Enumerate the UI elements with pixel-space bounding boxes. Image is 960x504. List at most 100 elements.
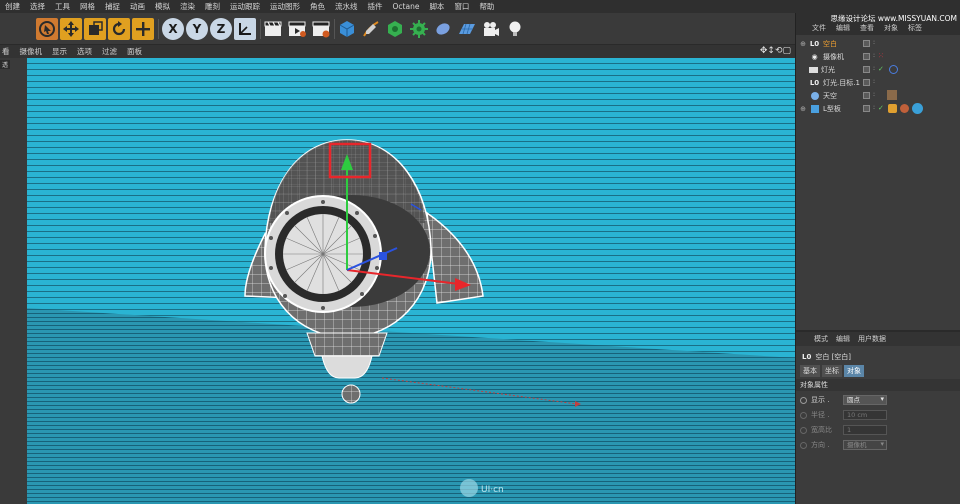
menu-animate[interactable]: 动画: [125, 1, 150, 12]
object-row-light-target[interactable]: L0 灯光.目标.1 :: [796, 76, 960, 89]
om-menu-edit[interactable]: 编辑: [836, 23, 850, 33]
radius-field[interactable]: 10 cm: [843, 410, 887, 420]
orientation-radio[interactable]: [800, 441, 807, 449]
attribute-menu: 模式 编辑 用户数据: [796, 332, 960, 346]
menu-motion-tracking[interactable]: 运动跟踪: [225, 1, 265, 12]
expand-icon[interactable]: ⊕: [799, 105, 807, 113]
viewport-menu-camera[interactable]: 摄像机: [15, 46, 48, 57]
om-menu-object[interactable]: 对象: [884, 23, 898, 33]
menu-simulate[interactable]: 模拟: [150, 1, 175, 12]
light-object-icon: [809, 66, 818, 73]
menu-window[interactable]: 窗口: [449, 1, 474, 12]
attr-menu-userdata[interactable]: 用户数据: [858, 334, 886, 344]
visibility-checkbox[interactable]: [863, 79, 870, 86]
phong-tag-icon[interactable]: [888, 104, 897, 113]
tab-coord[interactable]: 坐标: [822, 365, 842, 377]
camera-tag-icon[interactable]: ⁙: [878, 52, 884, 60]
rotate-tool-button[interactable]: [108, 18, 130, 40]
coordinate-system-button[interactable]: [234, 18, 256, 40]
check-icon[interactable]: ✓: [878, 65, 884, 73]
subdivision-surface-button[interactable]: [384, 18, 406, 40]
light-button[interactable]: [504, 18, 526, 40]
menu-tools[interactable]: 工具: [50, 1, 75, 12]
tab-basic[interactable]: 基本: [800, 365, 820, 377]
cube-primitive-button[interactable]: [336, 18, 358, 40]
menu-select[interactable]: 选择: [25, 1, 50, 12]
menu-plugins[interactable]: 插件: [363, 1, 388, 12]
object-row-light[interactable]: 灯光 : ✓: [796, 63, 960, 76]
visibility-checkbox[interactable]: [863, 53, 870, 60]
viewport-nav-icons[interactable]: ✥↕⟲▢: [760, 46, 791, 56]
visibility-dots-icon[interactable]: :: [873, 66, 875, 72]
axis-y-toggle[interactable]: Y: [186, 18, 208, 40]
render-picture-viewer-button[interactable]: [286, 18, 308, 40]
menu-render[interactable]: 渲染: [175, 1, 200, 12]
menu-script[interactable]: 脚本: [424, 1, 449, 12]
check-icon[interactable]: ✓: [878, 104, 884, 112]
recent-tools-button[interactable]: [132, 18, 154, 40]
visibility-dots-icon[interactable]: :: [873, 105, 875, 111]
om-menu-file[interactable]: 文件: [812, 23, 826, 33]
scale-tool-button[interactable]: [84, 18, 106, 40]
menu-create[interactable]: 创建: [0, 1, 25, 12]
aspect-radio[interactable]: [800, 426, 807, 434]
visibility-dots-icon[interactable]: :: [873, 92, 875, 98]
om-menu-view[interactable]: 查看: [860, 23, 874, 33]
attr-menu-mode[interactable]: 模式: [814, 334, 828, 344]
camera-button[interactable]: [480, 18, 502, 40]
menu-character[interactable]: 角色: [305, 1, 330, 12]
move-tool-button[interactable]: [60, 18, 82, 40]
material-tag-icon[interactable]: [887, 90, 897, 100]
visibility-checkbox[interactable]: [863, 92, 870, 99]
display-dropdown[interactable]: 圆点: [843, 395, 887, 405]
visibility-dots-icon[interactable]: :: [873, 53, 875, 59]
attr-menu-edit[interactable]: 编辑: [836, 334, 850, 344]
menu-help[interactable]: 帮助: [474, 1, 499, 12]
cloner-button[interactable]: [408, 18, 430, 40]
floor-button[interactable]: [456, 18, 478, 40]
om-menu-tags[interactable]: 标签: [908, 23, 922, 33]
tab-object[interactable]: 对象: [844, 365, 864, 377]
visibility-checkbox[interactable]: [863, 105, 870, 112]
menu-snap[interactable]: 捕捉: [100, 1, 125, 12]
render-view-button[interactable]: [262, 18, 284, 40]
visibility-checkbox[interactable]: [863, 66, 870, 73]
object-row-lboard[interactable]: ⊕ L型板 : ✓: [796, 102, 960, 115]
aspect-field[interactable]: 1: [843, 425, 887, 435]
object-row-sky[interactable]: 天空 :: [796, 89, 960, 102]
viewport-menu-display[interactable]: 显示: [47, 46, 72, 57]
axis-x-toggle[interactable]: X: [162, 18, 184, 40]
menu-mograph[interactable]: 运动图形: [265, 1, 305, 12]
visibility-checkbox[interactable]: [863, 40, 870, 47]
visibility-dots-icon[interactable]: :: [873, 79, 875, 85]
perspective-tag: 透: [0, 60, 11, 69]
menu-octane[interactable]: Octane: [388, 2, 425, 11]
menu-pipeline[interactable]: 流水线: [330, 1, 363, 12]
object-row-null[interactable]: ⊕ L0 空白 :: [796, 37, 960, 50]
null-object-icon: L0: [802, 353, 812, 361]
material-tag-icon[interactable]: [900, 104, 909, 113]
material-sphere-icon[interactable]: [912, 103, 923, 114]
viewport-menu-options[interactable]: 选项: [72, 46, 97, 57]
render-settings-button[interactable]: [310, 18, 332, 40]
target-tag-icon[interactable]: [889, 65, 898, 74]
visibility-dots-icon[interactable]: :: [873, 40, 875, 46]
viewport-menu-filter[interactable]: 过滤: [97, 46, 122, 57]
radius-radio[interactable]: [800, 411, 807, 419]
orientation-dropdown[interactable]: 摄像机: [843, 440, 887, 450]
pen-spline-button[interactable]: [360, 18, 382, 40]
menu-mesh[interactable]: 网格: [75, 1, 100, 12]
display-radio[interactable]: [800, 396, 807, 404]
expand-icon[interactable]: ⊕: [799, 40, 807, 48]
deformer-button[interactable]: [432, 18, 454, 40]
viewport-menu-panel[interactable]: 面板: [122, 46, 147, 57]
object-row-camera[interactable]: ◉ 摄像机 : ⁙: [796, 50, 960, 63]
viewport-left-label: 看: [2, 47, 10, 56]
subdivision-icon: [388, 21, 402, 37]
3d-viewport[interactable]: UI·cn: [27, 58, 795, 504]
attribute-tabs: 基本 坐标 对象: [800, 365, 864, 377]
floor-grid-icon: [459, 23, 475, 35]
live-select-button[interactable]: [36, 18, 58, 40]
menu-sculpt[interactable]: 雕刻: [200, 1, 225, 12]
axis-z-toggle[interactable]: Z: [210, 18, 232, 40]
